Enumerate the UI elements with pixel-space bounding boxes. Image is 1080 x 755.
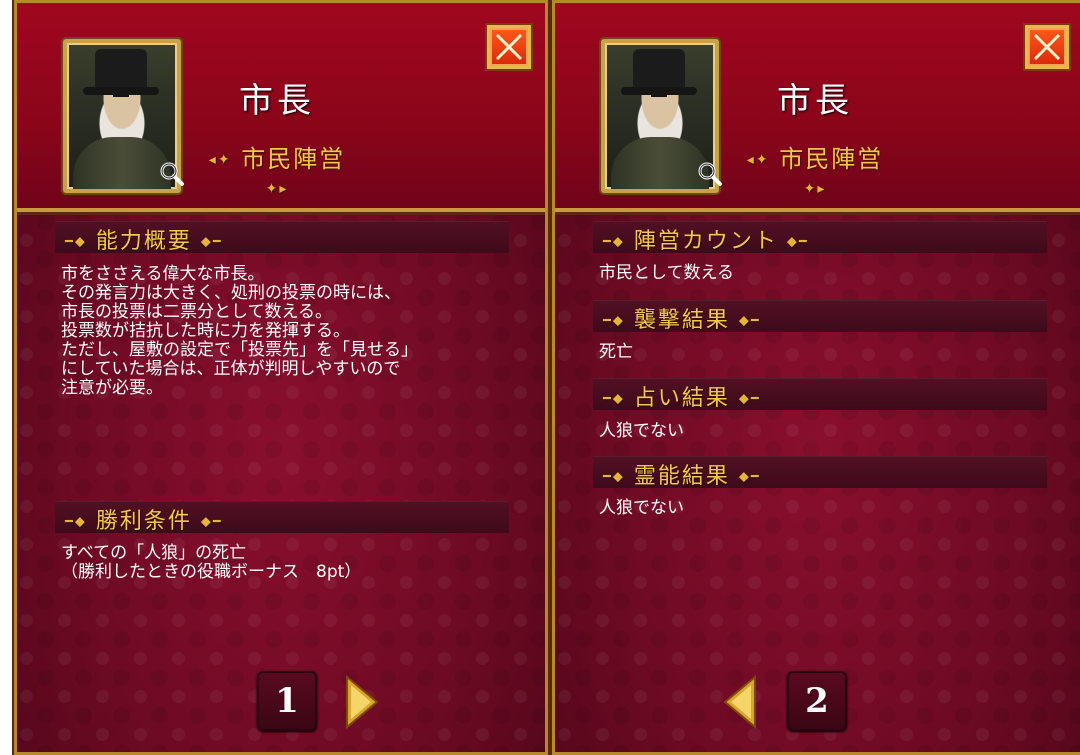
- faction-text: 市民陣営: [241, 145, 346, 173]
- faction-label: ◂✦ 市民陣営 ✦▸: [735, 139, 895, 202]
- top-hat-shape: [83, 49, 159, 95]
- attack-result-text: 死亡: [599, 342, 633, 362]
- role-card-page-2: 市長 ◂✦ 市民陣営 ✦▸ ━◆ 陣営カウント ◆━ 市民として数える ━◆ 襲…: [550, 0, 1080, 755]
- card-header: 市長 ◂✦ 市民陣営 ✦▸: [17, 3, 545, 212]
- ornament-icon: ━◆: [603, 469, 625, 485]
- medium-result-text: 人狼でない: [599, 498, 684, 518]
- section-header-ability: ━◆ 能力概要 ◆━: [55, 221, 509, 254]
- section-title: 霊能結果: [633, 464, 730, 489]
- ornament-icon: ━◆: [603, 313, 625, 329]
- close-button[interactable]: [1025, 25, 1069, 69]
- ornament-icon: ━◆: [65, 514, 87, 530]
- ornament-icon: ◆━: [738, 469, 761, 485]
- section-title: 陣営カウント: [633, 229, 778, 254]
- card-header: 市長 ◂✦ 市民陣営 ✦▸: [555, 3, 1080, 212]
- section-header-attack-result: ━◆ 襲撃結果 ◆━: [593, 300, 1047, 333]
- section-title: 能力概要: [95, 229, 192, 254]
- coat-shape: [73, 137, 171, 189]
- divination-result-text: 人狼でない: [599, 421, 684, 441]
- section-title: 勝利条件: [95, 509, 192, 534]
- section-header-divination-result: ━◆ 占い結果 ◆━: [593, 378, 1047, 411]
- role-title: 市長: [239, 81, 315, 121]
- section-header-medium-result: ━◆ 霊能結果 ◆━: [593, 456, 1047, 489]
- magnifier-icon[interactable]: [697, 161, 723, 187]
- prev-arrow-icon[interactable]: [723, 671, 759, 733]
- faction-text: 市民陣営: [779, 145, 884, 173]
- ornament-left-icon: ◂✦: [746, 152, 770, 168]
- close-button[interactable]: [487, 25, 531, 69]
- ornament-icon: ━◆: [603, 234, 625, 250]
- faction-count-text: 市民として数える: [599, 263, 734, 283]
- ability-description: 市をささえる偉大な市長。 その発言力は大きく、処刑の投票の時には、 市長の投票は…: [61, 264, 418, 398]
- next-arrow-icon[interactable]: [343, 671, 379, 733]
- ornament-icon: ◆━: [786, 234, 809, 250]
- ornament-icon: ◆━: [200, 514, 223, 530]
- ornament-icon: ◆━: [738, 391, 761, 407]
- page-number: 2: [787, 671, 847, 731]
- role-title: 市長: [777, 81, 853, 121]
- ornament-icon: ━◆: [603, 391, 625, 407]
- role-card-page-1: 市長 ◂✦ 市民陣営 ✦▸ ━◆ 能力概要 ◆━ 市をささえる偉大な市長。 その…: [12, 0, 550, 755]
- faction-label: ◂✦ 市民陣営 ✦▸: [197, 139, 357, 202]
- close-x-icon: [495, 33, 523, 61]
- ornament-icon: ◆━: [200, 234, 223, 250]
- section-header-victory: ━◆ 勝利条件 ◆━: [55, 501, 509, 534]
- ornament-icon: ━◆: [65, 234, 87, 250]
- close-x-icon: [1033, 33, 1061, 61]
- top-hat-shape: [621, 49, 697, 95]
- ornament-right-icon: ✦▸: [803, 181, 827, 197]
- section-title: 襲撃結果: [633, 308, 730, 333]
- page-number: 1: [257, 671, 317, 731]
- coat-shape: [611, 137, 709, 189]
- magnifier-icon[interactable]: [159, 161, 185, 187]
- section-header-faction-count: ━◆ 陣営カウント ◆━: [593, 221, 1047, 254]
- ornament-left-icon: ◂✦: [208, 152, 232, 168]
- victory-description: すべての「人狼」の死亡 （勝利したときの役職ボーナス 8pt）: [61, 543, 362, 582]
- section-title: 占い結果: [633, 386, 730, 411]
- ornament-right-icon: ✦▸: [265, 181, 289, 197]
- ornament-icon: ◆━: [738, 313, 761, 329]
